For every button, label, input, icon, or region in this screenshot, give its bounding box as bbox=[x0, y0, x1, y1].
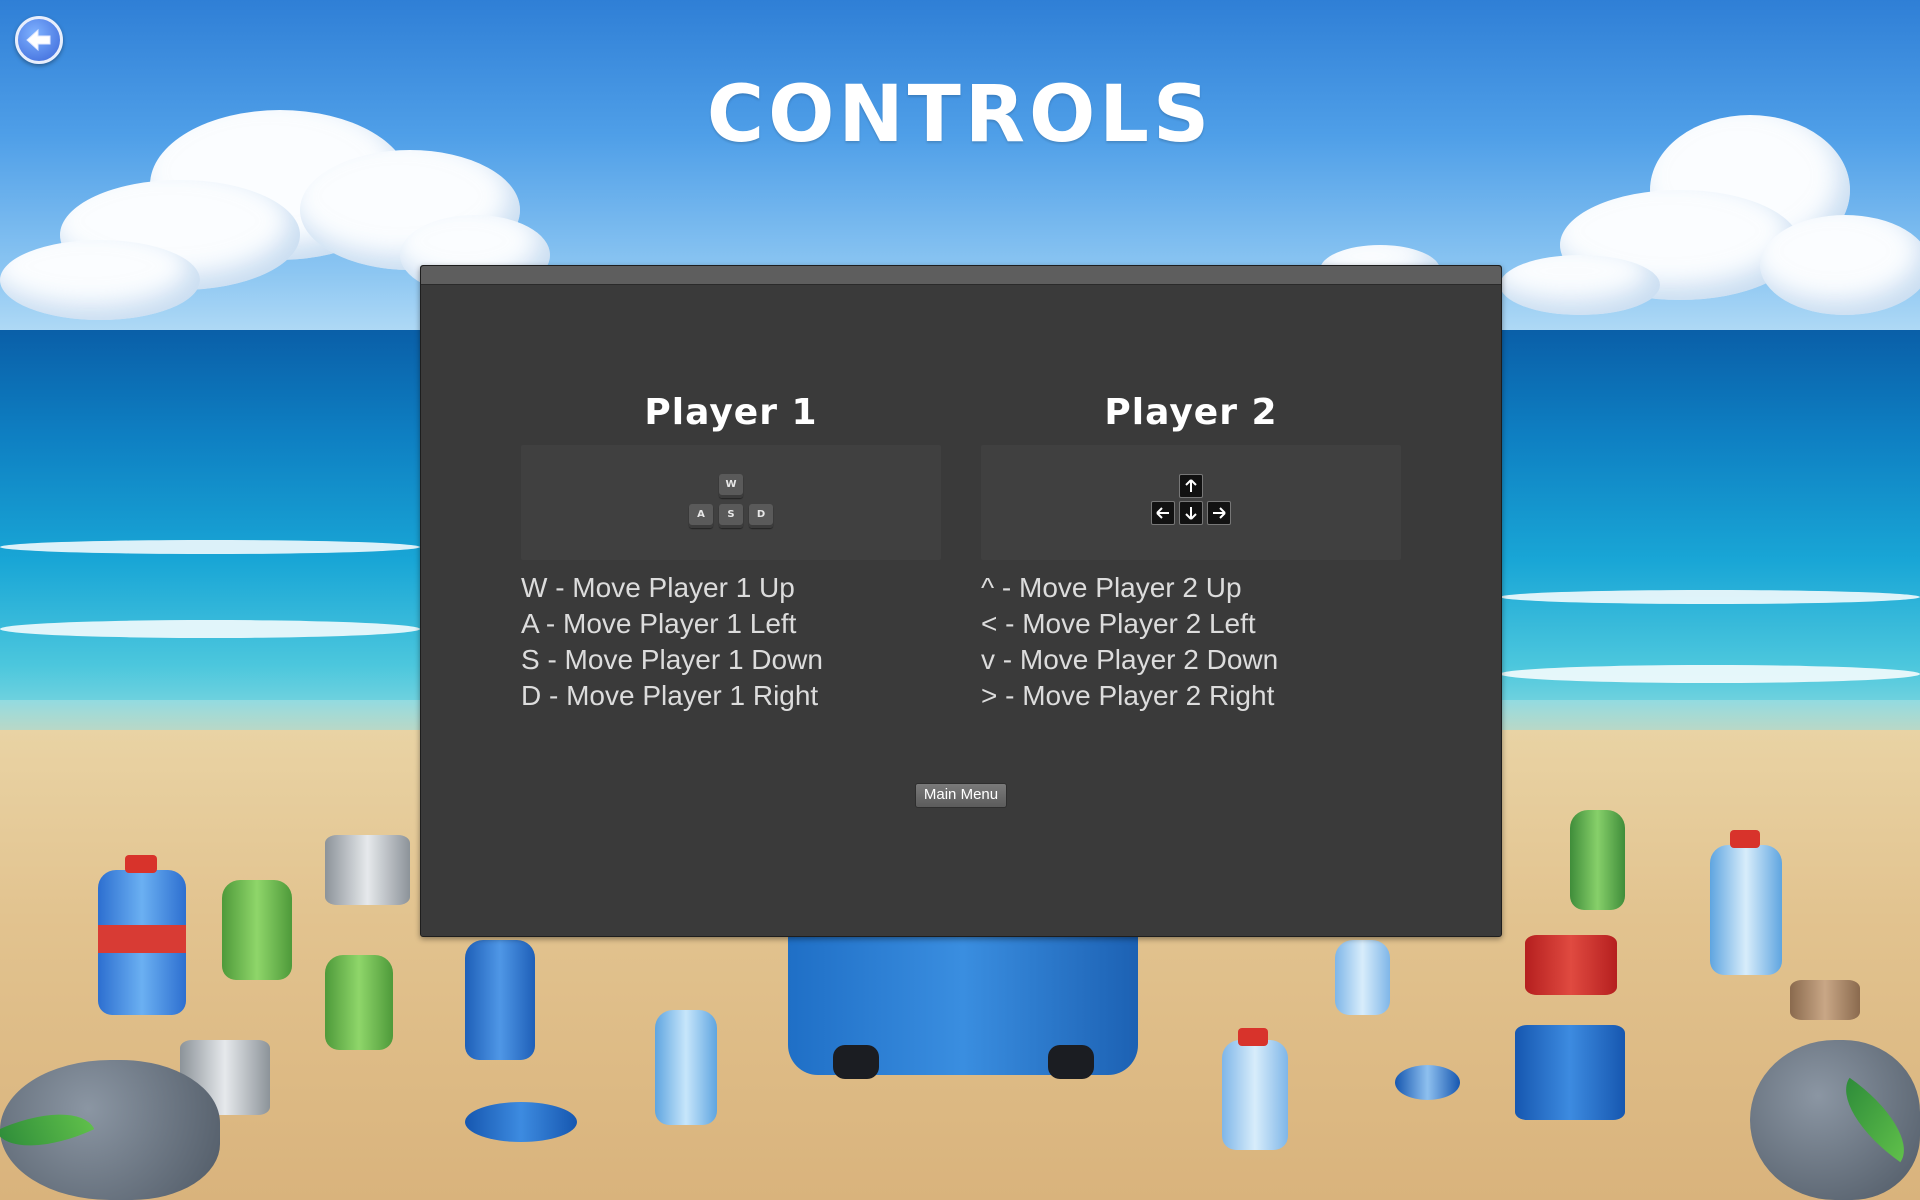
bottle bbox=[655, 1010, 717, 1125]
control-line: < - Move Player 2 Left bbox=[981, 608, 1256, 639]
bottle bbox=[1222, 1040, 1288, 1150]
bin-wheel bbox=[833, 1045, 879, 1079]
arrow-keys-image bbox=[981, 445, 1401, 560]
page-title: CONTROLS bbox=[706, 70, 1214, 160]
arrow-left-icon bbox=[1151, 501, 1175, 525]
can bbox=[325, 835, 410, 905]
key-s: S bbox=[719, 504, 743, 528]
wave-foam bbox=[0, 620, 420, 638]
wave-foam bbox=[1500, 590, 1920, 604]
controls-panel: Player 1 W A S D W - Move Player 1 Up A … bbox=[420, 265, 1502, 937]
control-line: W - Move Player 1 Up bbox=[521, 572, 795, 603]
cloud bbox=[1500, 255, 1660, 315]
recycling-bin bbox=[788, 935, 1138, 1079]
control-line: ^ - Move Player 2 Up bbox=[981, 572, 1242, 603]
wave-foam bbox=[1500, 665, 1920, 683]
bottle bbox=[1335, 940, 1390, 1015]
cloud bbox=[0, 240, 200, 320]
player-2-column: Player 2 ^ - Move Player 2 Up < - Move P… bbox=[981, 391, 1401, 714]
control-line: v - Move Player 2 Down bbox=[981, 644, 1279, 675]
player-2-controls-list: ^ - Move Player 2 Up < - Move Player 2 L… bbox=[981, 570, 1401, 714]
bottle bbox=[222, 880, 292, 980]
bottle-cap-lid bbox=[465, 1102, 577, 1142]
can bbox=[1395, 1065, 1460, 1100]
bottle-label bbox=[98, 925, 186, 953]
can bbox=[1525, 935, 1617, 995]
wave-foam bbox=[0, 540, 420, 554]
bottle bbox=[1570, 810, 1625, 910]
cap bbox=[1790, 980, 1860, 1020]
arrow-left-icon bbox=[26, 28, 51, 52]
control-line: S - Move Player 1 Down bbox=[521, 644, 823, 675]
back-button[interactable] bbox=[15, 16, 63, 64]
key-w: W bbox=[719, 474, 743, 498]
control-line: D - Move Player 1 Right bbox=[521, 680, 819, 711]
bottle-cap bbox=[1730, 830, 1760, 848]
player-1-controls-list: W - Move Player 1 Up A - Move Player 1 L… bbox=[521, 570, 941, 714]
bottle bbox=[1710, 845, 1782, 975]
wasd-keys-image: W A S D bbox=[521, 445, 941, 560]
bin-wheel bbox=[1048, 1045, 1094, 1079]
bottle bbox=[98, 870, 186, 1015]
can bbox=[1515, 1025, 1625, 1120]
key-a: A bbox=[689, 504, 713, 528]
bottle bbox=[465, 940, 535, 1060]
arrow-up-icon bbox=[1179, 474, 1203, 498]
arrow-right-icon bbox=[1207, 501, 1231, 525]
main-menu-button[interactable]: Main Menu bbox=[915, 783, 1007, 808]
arrow-down-icon bbox=[1179, 501, 1203, 525]
player-1-column: Player 1 W A S D W - Move Player 1 Up A … bbox=[521, 391, 941, 714]
player-2-title: Player 2 bbox=[1104, 392, 1278, 433]
key-d: D bbox=[749, 504, 773, 528]
player-1-title: Player 1 bbox=[644, 392, 818, 433]
rock bbox=[1750, 1040, 1920, 1200]
bottle-cap bbox=[1238, 1028, 1268, 1046]
panel-title-bar bbox=[421, 266, 1501, 285]
bottle-cap bbox=[125, 855, 157, 873]
control-line: A - Move Player 1 Left bbox=[521, 608, 797, 639]
bottle bbox=[325, 955, 393, 1050]
cloud bbox=[1760, 215, 1920, 315]
control-line: > - Move Player 2 Right bbox=[981, 680, 1275, 711]
